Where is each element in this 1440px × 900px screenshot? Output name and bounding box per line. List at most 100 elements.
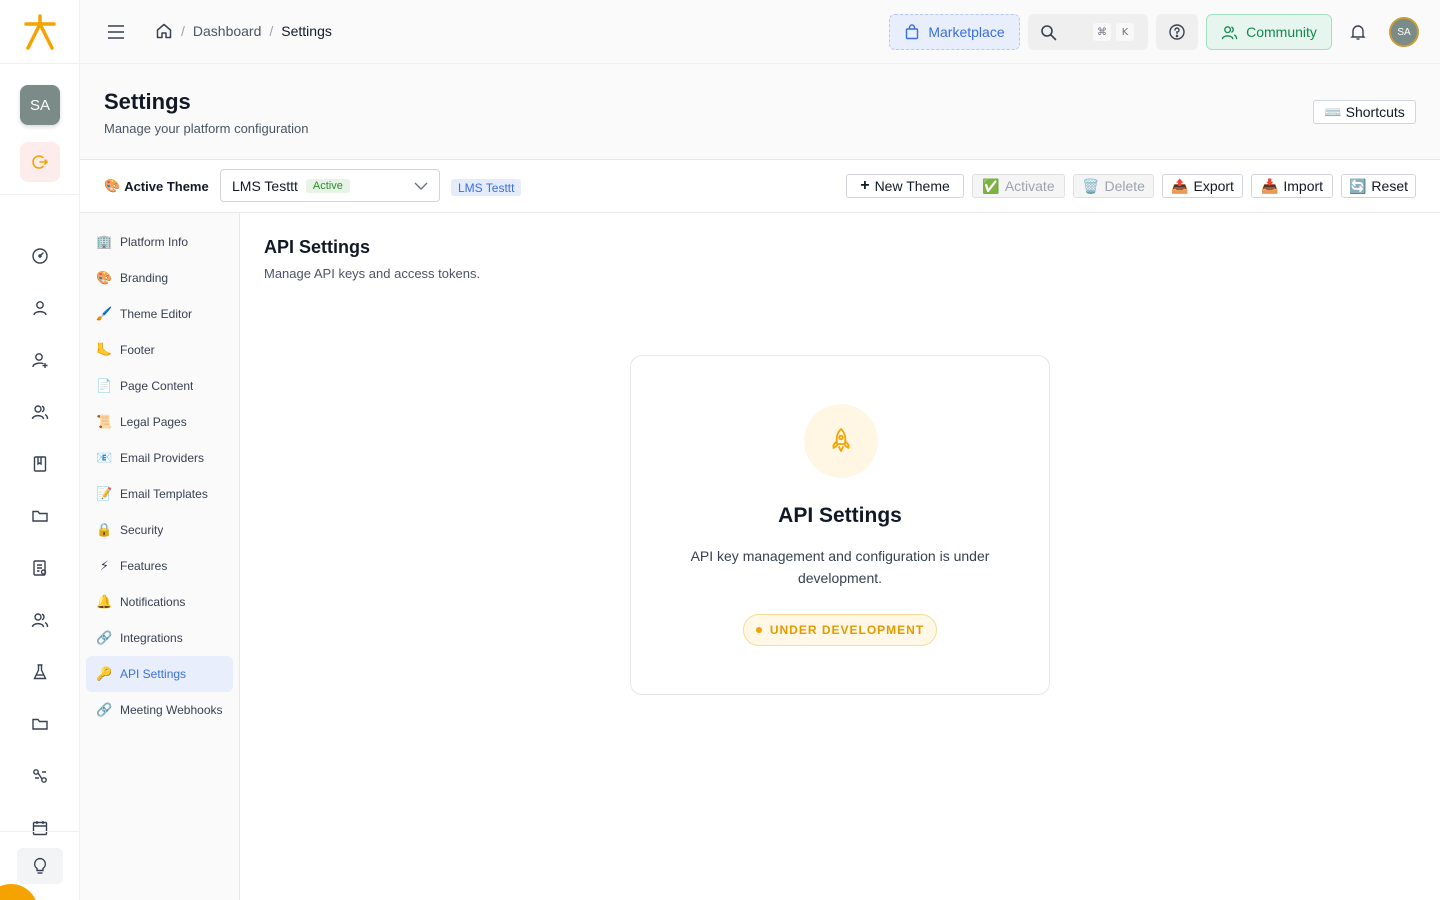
settings-nav-footer[interactable]: 🦶 Footer bbox=[86, 332, 233, 368]
activate-label: Activate bbox=[1004, 178, 1055, 194]
link-icon: 🔗 bbox=[96, 702, 113, 717]
settings-nav-notifications[interactable]: 🔔 Notifications bbox=[86, 584, 233, 620]
breadcrumb-dashboard[interactable]: Dashboard bbox=[193, 23, 262, 39]
community-button[interactable]: Community bbox=[1206, 14, 1332, 50]
footprint-icon: 🦶 bbox=[96, 342, 113, 357]
settings-nav-security[interactable]: 🔒 Security bbox=[86, 512, 233, 548]
logout-icon bbox=[32, 155, 49, 169]
rail-lab[interactable] bbox=[0, 646, 80, 698]
page-header: Settings Manage your platform configurat… bbox=[80, 64, 1440, 160]
settings-nav-legal-pages[interactable]: 📜 Legal Pages bbox=[86, 404, 233, 440]
settings-nav-label: Features bbox=[120, 559, 168, 573]
settings-nav-meeting-webhooks[interactable]: 🔗 Meeting Webhooks bbox=[86, 692, 233, 728]
import-button[interactable]: 📥 Import bbox=[1251, 174, 1333, 198]
check-icon: ✅ bbox=[982, 177, 1000, 194]
settings-nav-email-providers[interactable]: 📧 Email Providers bbox=[86, 440, 233, 476]
rail-user-avatar[interactable]: SA bbox=[20, 85, 60, 125]
folder-icon bbox=[32, 510, 48, 522]
rail-reports[interactable] bbox=[0, 542, 80, 594]
rail-folders[interactable] bbox=[0, 698, 80, 750]
page-icon: 📄 bbox=[96, 378, 113, 393]
settings-nav-branding[interactable]: 🎨 Branding bbox=[86, 260, 233, 296]
home-link[interactable] bbox=[155, 22, 173, 40]
team-icon bbox=[31, 613, 49, 628]
new-theme-button[interactable]: + New Theme bbox=[846, 174, 964, 198]
import-icon: 📥 bbox=[1260, 177, 1279, 194]
settings-nav-integrations[interactable]: 🔗 Integrations bbox=[86, 620, 233, 656]
keyboard-icon: ⌨️ bbox=[1324, 103, 1342, 120]
users-icon bbox=[31, 405, 49, 420]
current-theme-tag: LMS Testtt bbox=[451, 179, 522, 196]
rail-dashboard[interactable] bbox=[0, 230, 80, 282]
shortcuts-button[interactable]: ⌨️ Shortcuts bbox=[1313, 100, 1416, 124]
notifications-button[interactable] bbox=[1346, 20, 1370, 44]
menu-toggle-button[interactable] bbox=[104, 20, 128, 44]
app-logo[interactable] bbox=[0, 0, 80, 64]
avatar-initials: SA bbox=[1397, 26, 1411, 38]
rail-users[interactable] bbox=[0, 282, 80, 334]
settings-nav-label: Theme Editor bbox=[120, 307, 193, 321]
export-icon: 📤 bbox=[1171, 177, 1189, 194]
marketplace-button[interactable]: Marketplace bbox=[889, 14, 1020, 50]
logout-button[interactable] bbox=[20, 142, 60, 182]
rail-nav bbox=[0, 230, 80, 854]
settings-nav-label: Integrations bbox=[120, 631, 183, 645]
delete-button[interactable]: 🗑️ Delete bbox=[1073, 174, 1154, 198]
settings-nav-list: 🏢 Platform Info 🎨 Branding 🖌️ Theme Editor … bbox=[86, 224, 233, 728]
settings-nav-theme-editor[interactable]: 🖌️ Theme Editor bbox=[86, 296, 233, 332]
settings-nav-label: Footer bbox=[120, 343, 155, 357]
settings-nav-features[interactable]: ⚡ Features bbox=[86, 548, 233, 584]
app-rail: SA bbox=[0, 0, 80, 900]
email-icon: 📧 bbox=[96, 450, 113, 465]
shortcuts-label: Shortcuts bbox=[1345, 104, 1405, 120]
selected-theme-name: LMS Testtt bbox=[232, 177, 298, 194]
plus-icon: + bbox=[860, 177, 870, 194]
settings-nav-email-templates[interactable]: 📝 Email Templates bbox=[86, 476, 233, 512]
rail-files[interactable] bbox=[0, 490, 80, 542]
dashboard-icon bbox=[32, 248, 48, 264]
settings-nav-label: Page Content bbox=[120, 379, 194, 393]
palette-icon: 🎨 bbox=[96, 270, 113, 285]
rail-add-user[interactable] bbox=[0, 334, 80, 386]
reset-button[interactable]: 🔄 Reset bbox=[1341, 174, 1416, 198]
rail-workflow[interactable] bbox=[0, 750, 80, 802]
rail-groups[interactable] bbox=[0, 386, 80, 438]
trash-icon: 🗑️ bbox=[1082, 177, 1100, 194]
activate-button[interactable]: ✅ Activate bbox=[972, 174, 1065, 198]
marketplace-label: Marketplace bbox=[928, 24, 1005, 40]
menu-icon bbox=[108, 25, 124, 39]
section-subtitle: Manage API keys and access tokens. bbox=[264, 266, 481, 281]
rail-divider bbox=[0, 194, 80, 195]
rail-courses[interactable] bbox=[0, 438, 80, 490]
refresh-icon: 🔄 bbox=[1348, 177, 1367, 194]
breadcrumb-current: Settings bbox=[281, 23, 332, 39]
card-description: API key management and configuration is … bbox=[690, 548, 990, 586]
help-icon bbox=[1169, 24, 1185, 40]
export-button[interactable]: 📤 Export bbox=[1162, 174, 1243, 198]
settings-nav-platform-info[interactable]: 🏢 Platform Info bbox=[86, 224, 233, 260]
user-avatar[interactable]: SA bbox=[1389, 17, 1419, 47]
rail-calendar[interactable] bbox=[0, 802, 80, 854]
settings-nav-page-content[interactable]: 📄 Page Content bbox=[86, 368, 233, 404]
rail-divider-bottom bbox=[0, 831, 80, 832]
help-button[interactable] bbox=[1156, 14, 1198, 50]
shopping-bag-icon bbox=[906, 24, 919, 40]
settings-nav-label: Branding bbox=[120, 271, 169, 285]
rail-team[interactable] bbox=[0, 594, 80, 646]
search-button[interactable]: ⌘ K bbox=[1028, 14, 1148, 50]
status-dot bbox=[755, 627, 762, 633]
badge-label: UNDER DEVELOPMENT bbox=[769, 623, 925, 637]
rail-avatar-initials: SA bbox=[29, 96, 50, 114]
calendar-icon bbox=[32, 821, 48, 836]
floating-action-button[interactable] bbox=[0, 884, 38, 900]
import-label: Import bbox=[1283, 178, 1324, 194]
home-icon bbox=[156, 23, 172, 39]
tips-button[interactable] bbox=[17, 848, 63, 884]
theme-select[interactable]: LMS Testtt Active bbox=[220, 169, 440, 202]
paintbrush-icon: 🖌️ bbox=[96, 306, 113, 321]
bell-icon: 🔔 bbox=[96, 594, 113, 609]
search-shortcut-cmd: ⌘ bbox=[1093, 23, 1111, 41]
settings-nav-label: Notifications bbox=[120, 595, 186, 609]
settings-nav-api-settings[interactable]: 🔑 API Settings bbox=[86, 656, 233, 692]
settings-nav-label: Meeting Webhooks bbox=[120, 703, 223, 717]
